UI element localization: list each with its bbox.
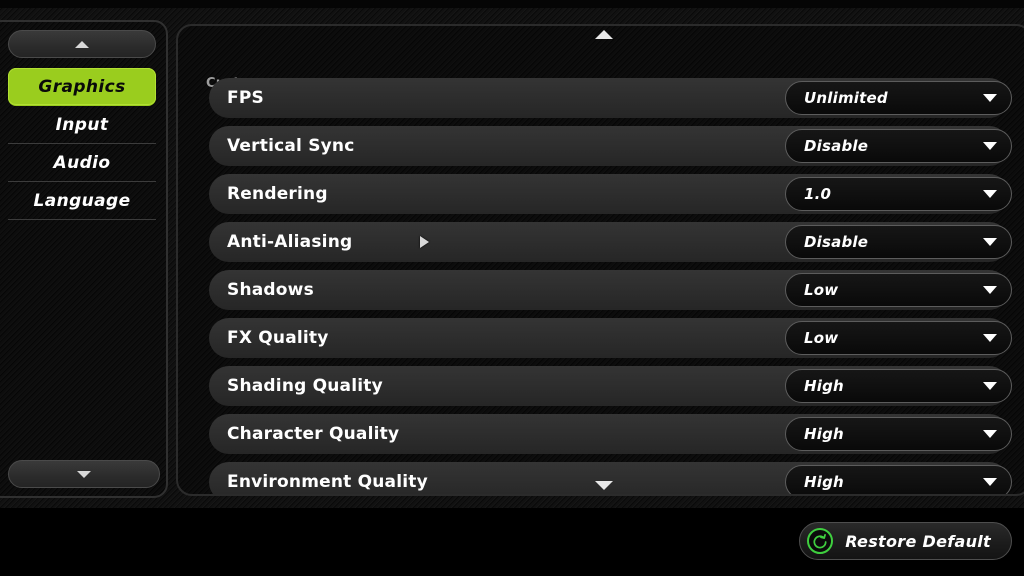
sidebar: Graphics Input Audio Language	[0, 20, 168, 498]
caret-down-icon	[983, 190, 997, 198]
dropdown-value: Unlimited	[804, 89, 888, 107]
triangle-up-icon	[595, 30, 613, 39]
setting-label: Anti-Aliasing	[227, 232, 353, 252]
setting-row-character-quality: Character Quality High	[178, 414, 1024, 454]
settings-panel: Custom FPS Unlimited Vertical Sync Disab…	[176, 24, 1024, 496]
settings-screen: Graphics Input Audio Language Custom F	[0, 0, 1024, 576]
sidebar-item-label: Input	[55, 114, 109, 135]
mouse-pointer-icon	[420, 236, 429, 248]
sidebar-item-input[interactable]: Input	[8, 106, 156, 144]
sidebar-item-graphics[interactable]: Graphics	[8, 68, 156, 106]
shading-quality-dropdown[interactable]: High	[785, 369, 1012, 403]
setting-row-anti-aliasing: Anti-Aliasing Disable	[178, 222, 1024, 262]
top-strip	[0, 0, 1024, 8]
sidebar-scroll-up-button[interactable]	[8, 30, 156, 58]
panel-scroll-up-button[interactable]	[178, 30, 1024, 39]
dropdown-value: Low	[804, 281, 839, 299]
setting-label: FX Quality	[227, 328, 329, 348]
vertical-sync-dropdown[interactable]: Disable	[785, 129, 1012, 163]
restore-default-button[interactable]: Restore Default	[799, 522, 1012, 560]
caret-down-icon	[983, 382, 997, 390]
sidebar-item-audio[interactable]: Audio	[8, 144, 156, 182]
chevron-down-icon	[77, 470, 91, 478]
restore-default-label: Restore Default	[845, 531, 991, 551]
character-quality-dropdown[interactable]: High	[785, 417, 1012, 451]
setting-label: FPS	[227, 88, 264, 108]
setting-row-fx-quality: FX Quality Low	[178, 318, 1024, 358]
anti-aliasing-dropdown[interactable]: Disable	[785, 225, 1012, 259]
setting-row-rendering: Rendering 1.0	[178, 174, 1024, 214]
setting-row-shadows: Shadows Low	[178, 270, 1024, 310]
dropdown-value: Disable	[804, 137, 869, 155]
caret-down-icon	[983, 286, 997, 294]
sidebar-nav-list: Graphics Input Audio Language	[8, 68, 156, 220]
refresh-circle-icon	[807, 528, 834, 554]
sidebar-item-label: Language	[33, 190, 131, 211]
panel-scroll-down-button[interactable]	[178, 481, 1024, 490]
caret-down-icon	[983, 142, 997, 150]
chevron-up-icon	[75, 40, 89, 48]
fx-quality-dropdown[interactable]: Low	[785, 321, 1012, 355]
setting-label: Vertical Sync	[227, 136, 355, 156]
dropdown-value: High	[804, 425, 844, 443]
dropdown-value: Low	[804, 329, 839, 347]
triangle-down-icon	[595, 481, 613, 490]
fps-dropdown[interactable]: Unlimited	[785, 81, 1012, 115]
caret-down-icon	[983, 334, 997, 342]
dropdown-value: 1.0	[804, 185, 832, 203]
bottom-bar: Restore Default	[0, 508, 1024, 576]
dropdown-value: Disable	[804, 233, 869, 251]
dropdown-value: High	[804, 377, 844, 395]
setting-row-environment-quality: Environment Quality High	[178, 462, 1024, 494]
sidebar-item-label: Audio	[53, 152, 111, 173]
caret-down-icon	[983, 94, 997, 102]
setting-label: Character Quality	[227, 424, 400, 444]
setting-row-shading-quality: Shading Quality High	[178, 366, 1024, 406]
shadows-dropdown[interactable]: Low	[785, 273, 1012, 307]
rendering-dropdown[interactable]: 1.0	[785, 177, 1012, 211]
setting-row-vertical-sync: Vertical Sync Disable	[178, 126, 1024, 166]
setting-label: Shading Quality	[227, 376, 383, 396]
setting-label: Shadows	[227, 280, 314, 300]
sidebar-item-language[interactable]: Language	[8, 182, 156, 220]
caret-down-icon	[983, 430, 997, 438]
sidebar-item-label: Graphics	[38, 76, 126, 97]
setting-label: Rendering	[227, 184, 328, 204]
setting-row-fps: FPS Unlimited	[178, 78, 1024, 118]
settings-rows: FPS Unlimited Vertical Sync Disable Rend…	[178, 78, 1024, 494]
sidebar-scroll-down-button[interactable]	[8, 460, 160, 488]
caret-down-icon	[983, 238, 997, 246]
